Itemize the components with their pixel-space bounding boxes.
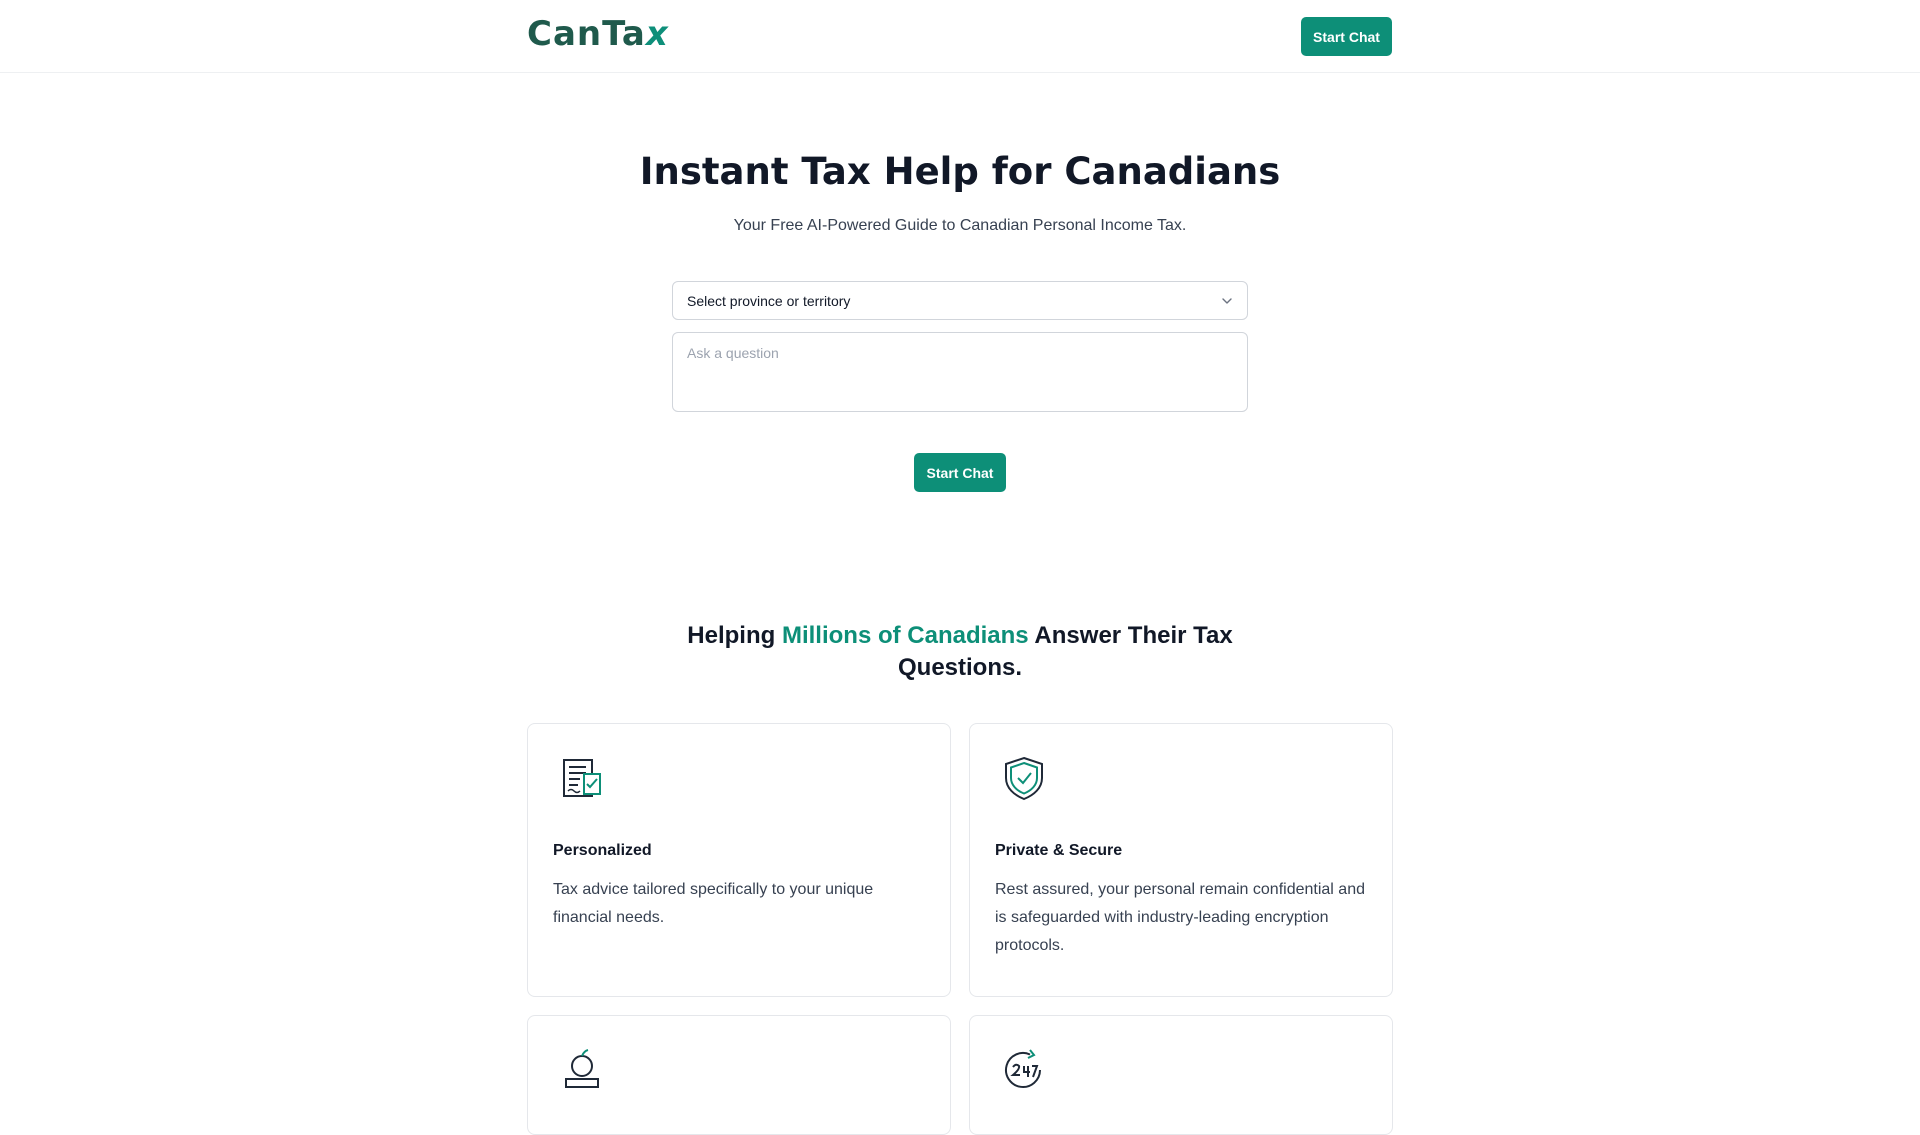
question-textarea[interactable]: Ask a question <box>672 332 1248 412</box>
apple-books-icon <box>565 1049 599 1088</box>
card-text: Rest assured, your personal remain confi… <box>995 881 1365 954</box>
feature-card-4 <box>969 1015 1393 1135</box>
province-select-value: Select province or territory <box>687 292 851 309</box>
top-header: CanTa x Start Chat <box>0 0 1920 73</box>
card-title: Private & Secure <box>995 842 1123 859</box>
feature-card-private-secure: Private & Secure Rest assured, your pers… <box>969 723 1393 997</box>
logo-text: CanTa <box>527 14 646 54</box>
document-checklist-icon <box>563 759 601 797</box>
start-chat-button[interactable]: Start Chat <box>914 453 1006 492</box>
logo-x-mark: x <box>645 14 669 54</box>
features-title-accent: Millions of Canadians <box>781 622 1029 649</box>
card-title: Personalized <box>553 842 652 859</box>
header-start-chat-button[interactable]: Start Chat <box>1301 17 1392 56</box>
feature-card-3 <box>527 1015 951 1135</box>
question-placeholder: Ask a question <box>687 345 779 361</box>
features-section-title: Helping Millions of Canadians Answer The… <box>660 620 1260 684</box>
clock-24-7-icon <box>1005 1049 1041 1088</box>
hero-subtitle: Your Free AI-Powered Guide to Canadian P… <box>733 217 1187 234</box>
cantax-logo[interactable]: CanTa x <box>527 14 669 54</box>
chevron-down-icon <box>1222 298 1232 304</box>
shield-check-icon <box>1005 756 1043 801</box>
card-text: Tax advice tailored specifically to your… <box>553 881 874 926</box>
features-title-prefix: Helping <box>687 622 782 649</box>
province-select[interactable]: Select province or territory <box>672 281 1248 320</box>
feature-card-personalized: Personalized Tax advice tailored specifi… <box>527 723 951 997</box>
hero-title: Instant Tax Help for Canadians <box>639 150 1281 193</box>
